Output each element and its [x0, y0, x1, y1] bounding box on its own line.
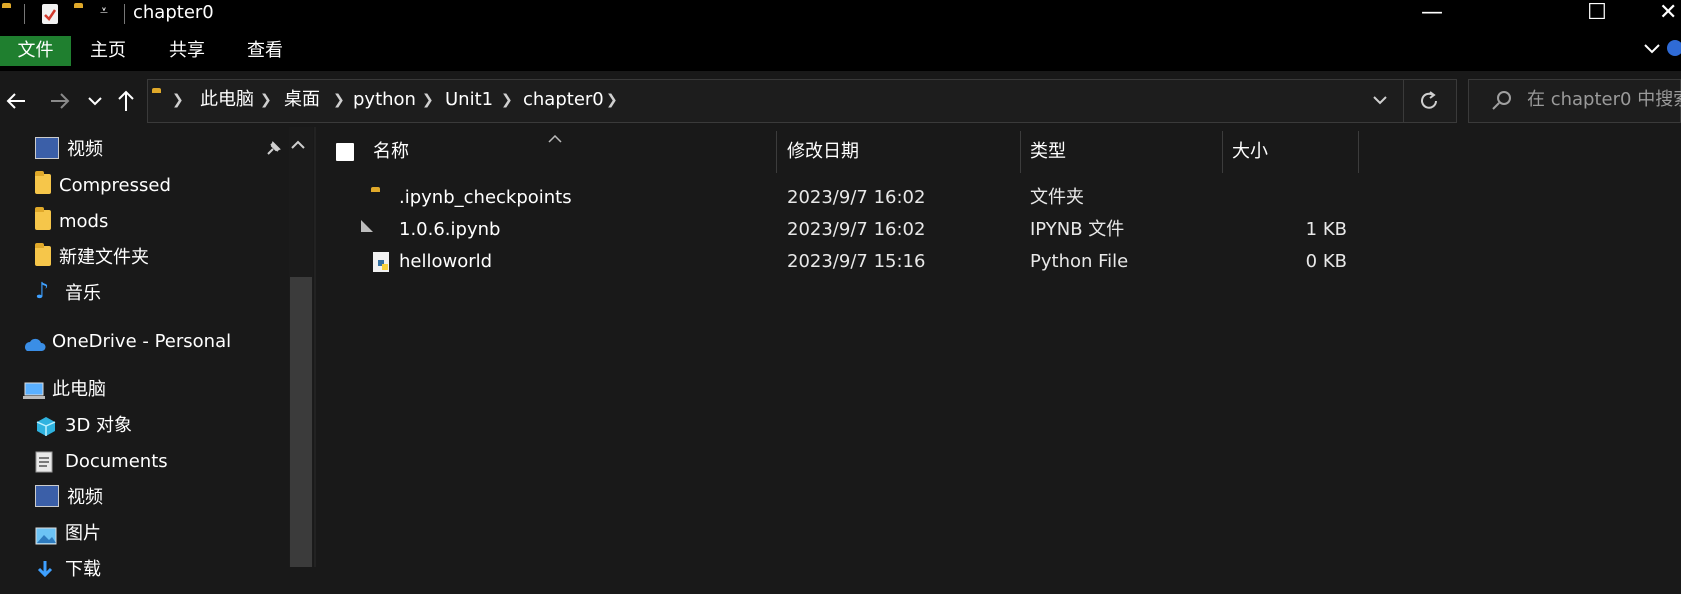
- column-header-size[interactable]: 大小: [1232, 138, 1268, 166]
- tab-share[interactable]: 共享: [155, 36, 219, 66]
- breadcrumb-separator[interactable]: ❯: [333, 86, 345, 114]
- video-icon: [35, 137, 59, 159]
- column-header-modified[interactable]: 修改日期: [787, 138, 859, 166]
- sort-ascending-icon: [548, 127, 562, 148]
- tab-view[interactable]: 查看: [233, 36, 297, 66]
- nav-item-documents[interactable]: Documents: [35, 444, 168, 480]
- folder-icon: [35, 171, 51, 194]
- nav-item-music[interactable]: ♪ 音乐: [35, 276, 101, 312]
- file-row[interactable]: 1.0.6.ipynb 2023/9/7 16:02 IPYNB 文件 1 KB: [316, 214, 1356, 246]
- nav-scrollbar-thumb[interactable]: [290, 277, 312, 567]
- recent-locations-chevron-icon[interactable]: [87, 86, 103, 119]
- picture-icon: [35, 522, 57, 545]
- maximize-button[interactable]: ☐: [1577, 0, 1617, 26]
- pin-icon: [264, 140, 282, 163]
- tab-home[interactable]: 主页: [76, 36, 140, 66]
- nav-item-onedrive[interactable]: OneDrive - Personal: [22, 324, 231, 360]
- video-icon: [35, 485, 59, 507]
- toolbar-divider: [24, 4, 25, 24]
- window-title: chapter0: [133, 2, 214, 23]
- breadcrumb-python[interactable]: python: [353, 86, 416, 114]
- address-divider: [1403, 79, 1404, 123]
- breadcrumb-desktop[interactable]: 桌面: [284, 86, 320, 114]
- nav-item-new-folder[interactable]: 新建文件夹: [35, 240, 149, 276]
- expand-ribbon-chevron-icon[interactable]: [1643, 40, 1661, 59]
- address-history-chevron-icon[interactable]: [1372, 92, 1388, 113]
- tab-file[interactable]: 文件: [0, 36, 71, 66]
- close-button[interactable]: ✕: [1659, 0, 1677, 26]
- breadcrumb-chapter0[interactable]: chapter0: [523, 86, 604, 114]
- file-name: helloworld: [399, 251, 493, 272]
- breadcrumb-separator[interactable]: ❯: [172, 86, 184, 114]
- folder-icon: [35, 207, 51, 230]
- column-divider[interactable]: [1020, 131, 1021, 173]
- file-name: .ipynb_checkpoints: [399, 187, 572, 208]
- customize-quick-access-icon[interactable]: ⩡: [100, 3, 108, 19]
- search-icon: [1491, 89, 1513, 116]
- file-row[interactable]: helloworld 2023/9/7 15:16 Python File 0 …: [316, 246, 1356, 278]
- breadcrumb-separator[interactable]: ❯: [501, 86, 513, 114]
- breadcrumb-separator[interactable]: ❯: [422, 86, 434, 114]
- breadcrumb-separator[interactable]: ❯: [606, 86, 618, 114]
- title-bar: ⩡ chapter0 — ☐ ✕: [0, 0, 1681, 30]
- file-type: IPYNB 文件: [1030, 219, 1125, 240]
- cube-icon: [35, 414, 57, 436]
- forward-arrow-icon[interactable]: [49, 86, 71, 119]
- nav-item-pictures[interactable]: 图片: [35, 516, 101, 552]
- nav-item-videos[interactable]: 视频: [35, 132, 103, 168]
- nav-item-this-pc[interactable]: 此电脑: [22, 372, 106, 408]
- download-icon: [35, 558, 57, 578]
- file-name: 1.0.6.ipynb: [399, 219, 501, 240]
- music-icon: ♪: [35, 279, 50, 304]
- properties-icon[interactable]: [42, 4, 58, 24]
- back-arrow-icon[interactable]: [5, 86, 27, 119]
- up-arrow-icon[interactable]: [116, 86, 136, 120]
- breadcrumb-separator[interactable]: ❯: [260, 86, 272, 114]
- nav-item-compressed[interactable]: Compressed: [35, 168, 171, 204]
- minimize-button[interactable]: —: [1412, 0, 1452, 26]
- column-header-type[interactable]: 类型: [1030, 138, 1066, 166]
- file-size: 0 KB: [1305, 251, 1347, 272]
- select-all-checkbox[interactable]: [336, 143, 354, 161]
- column-divider[interactable]: [1358, 131, 1359, 173]
- nav-item-videos-2[interactable]: 视频: [35, 480, 103, 516]
- scroll-up-chevron-icon[interactable]: [290, 138, 306, 154]
- computer-icon: [22, 378, 45, 399]
- onedrive-icon: [22, 330, 46, 351]
- nav-item-mods[interactable]: mods: [35, 204, 108, 240]
- column-header-name[interactable]: 名称: [373, 138, 409, 166]
- file-size: 1 KB: [1305, 219, 1347, 240]
- file-modified: 2023/9/7 16:02: [787, 187, 926, 208]
- file-type: 文件夹: [1030, 187, 1084, 208]
- document-icon: [35, 450, 57, 473]
- refresh-icon[interactable]: [1418, 89, 1440, 118]
- folder-icon: [35, 243, 51, 266]
- help-icon[interactable]: [1667, 40, 1681, 56]
- toolbar-divider: [124, 4, 125, 24]
- file-modified: 2023/9/7 16:02: [787, 219, 926, 240]
- file-type: Python File: [1030, 251, 1129, 272]
- column-divider[interactable]: [1222, 131, 1223, 173]
- nav-item-3d-objects[interactable]: 3D 对象: [35, 408, 132, 444]
- file-row[interactable]: .ipynb_checkpoints 2023/9/7 16:02 文件夹: [316, 182, 1356, 214]
- python-file-icon: [372, 251, 392, 278]
- breadcrumb-this-pc[interactable]: 此电脑: [200, 86, 254, 114]
- search-placeholder: 在 chapter0 中搜索: [1527, 89, 1681, 110]
- file-modified: 2023/9/7 15:16: [787, 251, 926, 272]
- nav-item-downloads[interactable]: 下载: [35, 552, 101, 588]
- column-divider[interactable]: [776, 131, 777, 173]
- breadcrumb-unit1[interactable]: Unit1: [445, 86, 493, 114]
